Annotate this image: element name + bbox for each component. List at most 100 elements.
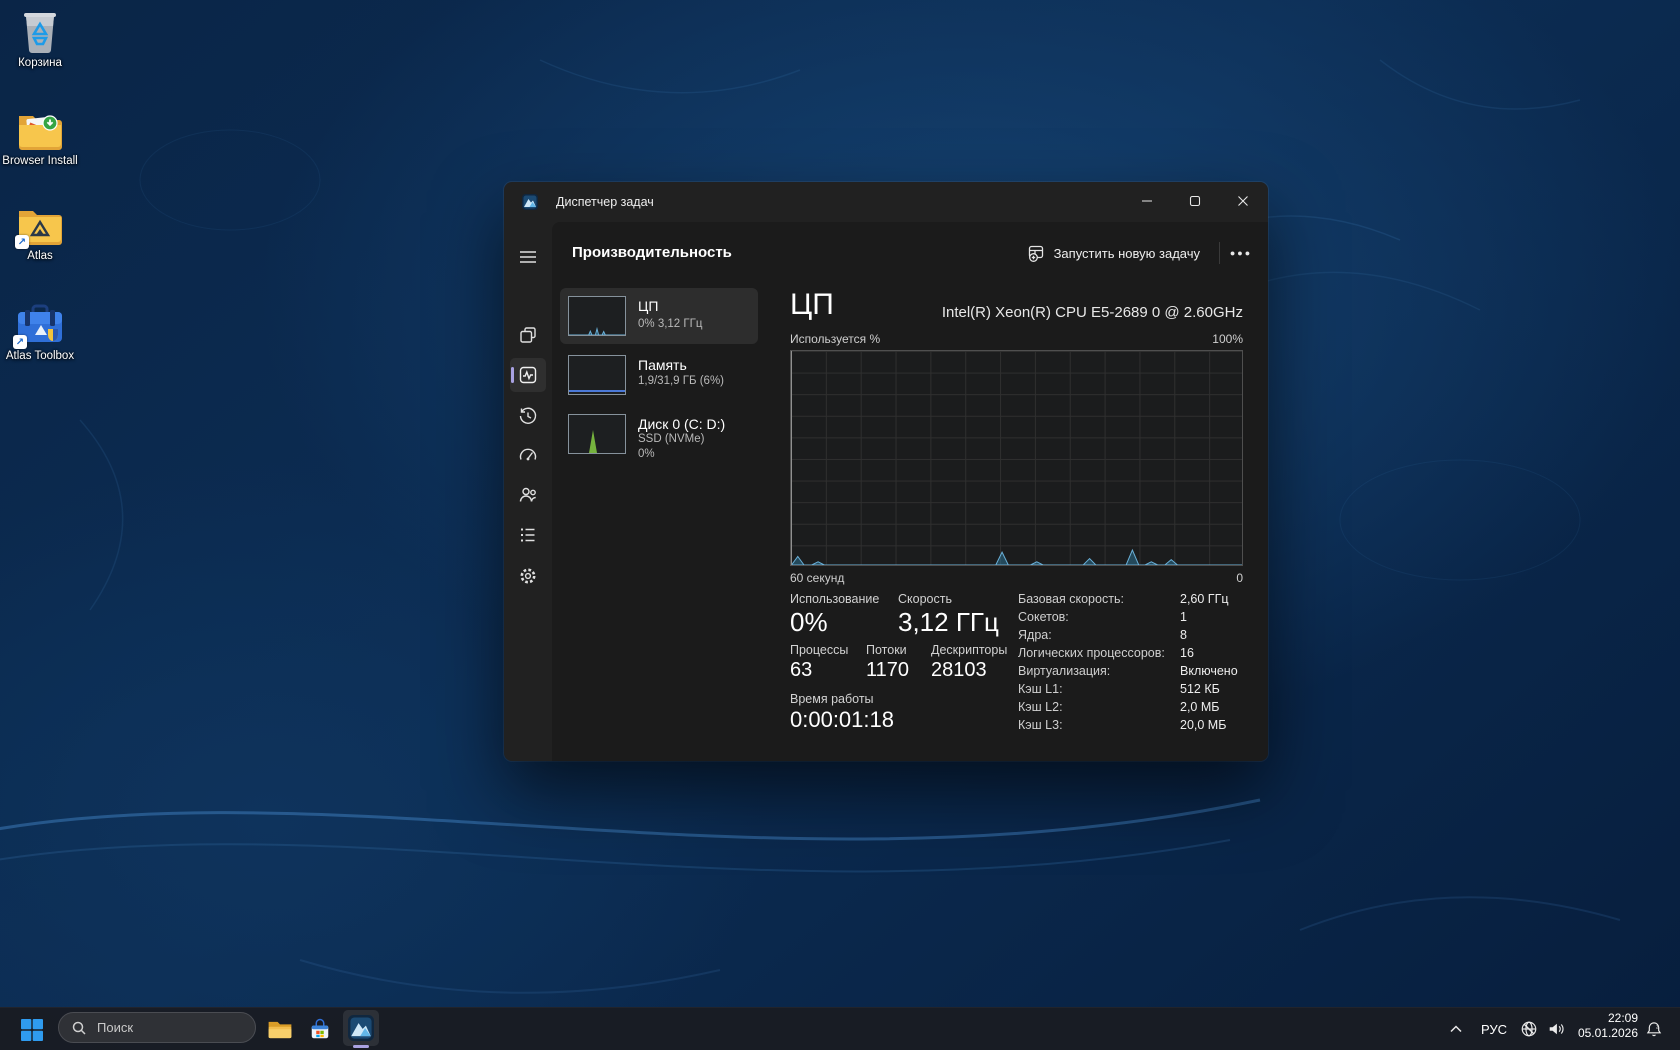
more-options-button[interactable]: ●●●: [1226, 239, 1256, 267]
desktop-icon-label: Browser Install: [0, 155, 80, 168]
detail-label: Логических процессоров:: [1018, 646, 1165, 660]
sensor-subtitle: SSD (NVMe): [638, 433, 704, 445]
globe-no-internet-icon: [1520, 1020, 1538, 1038]
desktop-icon-label: Atlas Toolbox: [0, 350, 80, 363]
tray-clock[interactable]: 22:09 05.01.2026: [1578, 1011, 1638, 1041]
nav-menu-button[interactable]: [510, 240, 546, 274]
cpu-mini-chart: [568, 296, 626, 336]
new-task-icon: [1028, 244, 1046, 262]
minimize-icon: [1141, 195, 1153, 207]
desktop-icon-label: Atlas: [0, 250, 80, 263]
processes-icon: [518, 325, 538, 345]
stat-processes-value: 63: [790, 659, 812, 682]
sensor-title: Диск 0 (C: D:): [638, 416, 725, 432]
detail-label: Ядра:: [1018, 628, 1052, 642]
window-title: Диспетчер задач: [556, 195, 654, 209]
file-explorer-icon: [267, 1018, 293, 1042]
tray-show-hidden-icons-button[interactable]: [1443, 1014, 1469, 1044]
disk-mini-chart: [568, 414, 626, 454]
nav-item-processes[interactable]: [510, 318, 546, 352]
stat-usage-label: Использование: [790, 592, 879, 606]
sensor-subtitle: 0% 3,12 ГГц: [638, 318, 702, 330]
graph-xmax-label: 0: [1236, 571, 1243, 585]
detail-label: Кэш L2:: [1018, 700, 1063, 714]
maximize-icon: [1189, 195, 1201, 207]
detail-label: Кэш L3:: [1018, 718, 1063, 732]
search-placeholder: Поиск: [97, 1020, 133, 1035]
desktop-icon-browser-install[interactable]: Browser Install: [0, 110, 80, 168]
recycle-bin-icon: [19, 8, 61, 54]
detail-value: Включено: [1180, 664, 1238, 678]
task-manager-icon: [348, 1015, 374, 1041]
close-button[interactable]: [1220, 182, 1266, 220]
detail-label: Виртуализация:: [1018, 664, 1110, 678]
cpu-usage-graph: [790, 350, 1243, 566]
folder-download-icon: [17, 110, 63, 152]
clock-date: 05.01.2026: [1578, 1026, 1638, 1041]
chevron-up-icon: [1449, 1024, 1463, 1034]
notification-bell-dnd-icon: z: [1645, 1020, 1663, 1038]
nav-item-services[interactable]: [510, 559, 546, 593]
stat-uptime-value: 0:00:01:18: [790, 707, 894, 733]
graph-ymax-label: 100%: [1212, 332, 1243, 346]
start-button[interactable]: [14, 1012, 50, 1047]
detail-value: 512 КБ: [1180, 682, 1220, 696]
sensor-item-cpu[interactable]: ЦП 0% 3,12 ГГц: [560, 288, 758, 344]
detail-label: Базовая скорость:: [1018, 592, 1124, 606]
nav-item-app-history[interactable]: [510, 399, 546, 433]
desktop-icon-atlas-toolbox[interactable]: ↗ Atlas Toolbox: [0, 303, 80, 363]
shortcut-arrow-icon: ↗: [15, 235, 29, 249]
nav-item-startup-apps[interactable]: [510, 438, 546, 472]
desktop: Корзина Browser Install ↗ Atlas: [0, 0, 1680, 1050]
graph-ylabel: Используется %: [790, 332, 880, 346]
speaker-icon: [1547, 1020, 1565, 1038]
nav-item-users[interactable]: [510, 478, 546, 512]
nav-item-performance[interactable]: [510, 358, 546, 392]
detail-label: Кэш L1:: [1018, 682, 1063, 696]
task-manager-window: Диспетчер задач: [504, 182, 1268, 761]
svg-text:z: z: [1656, 1025, 1659, 1031]
stat-speed-value: 3,12 ГГц: [898, 607, 999, 638]
close-icon: [1237, 195, 1249, 207]
services-icon: [518, 566, 538, 586]
taskbar-store-button[interactable]: [302, 1012, 338, 1047]
detail-value: 2,0 МБ: [1180, 700, 1219, 714]
sensor-item-disk[interactable]: Диск 0 (C: D:) SSD (NVMe) 0%: [560, 406, 758, 480]
tray-volume-button[interactable]: [1542, 1014, 1570, 1044]
search-input[interactable]: Поиск: [58, 1012, 256, 1043]
selected-indicator: [511, 367, 514, 383]
taskbar-file-explorer-button[interactable]: [262, 1012, 298, 1047]
content-panel: Производительность Запустить новую задач…: [552, 222, 1268, 761]
detail-value: 16: [1180, 646, 1194, 660]
desktop-icon-recycle-bin[interactable]: Корзина: [0, 8, 80, 70]
stat-usage-value: 0%: [790, 607, 828, 638]
nav-item-details[interactable]: [510, 518, 546, 552]
maximize-button[interactable]: [1172, 182, 1218, 220]
language-label: РУС: [1481, 1022, 1507, 1037]
users-icon: [518, 485, 538, 505]
memory-mini-chart: [568, 355, 626, 395]
nav-rail: [504, 222, 552, 761]
tray-notifications-button[interactable]: z: [1640, 1014, 1668, 1044]
sensor-subtitle-2: 0%: [638, 448, 655, 460]
sensor-title: ЦП: [638, 298, 658, 314]
graph-xmin-label: 60 секунд: [790, 571, 844, 585]
tray-network-button[interactable]: [1516, 1014, 1542, 1044]
task-manager-logo-icon: [522, 194, 538, 210]
sensor-item-memory[interactable]: Память 1,9/31,9 ГБ (6%): [560, 347, 758, 405]
minimize-button[interactable]: [1124, 182, 1170, 220]
microsoft-store-icon: [308, 1018, 332, 1042]
detail-value: 1: [1180, 610, 1187, 624]
menu-icon: [519, 250, 537, 264]
windows-logo-icon: [21, 1019, 43, 1041]
cpu-model-name: Intel(R) Xeon(R) CPU E5-2689 0 @ 2.60GHz: [942, 304, 1243, 321]
memory-usage-line: [569, 390, 625, 392]
search-icon: [71, 1020, 87, 1036]
detail-value: 20,0 МБ: [1180, 718, 1226, 732]
stat-threads-value: 1170: [866, 659, 909, 682]
tray-language-button[interactable]: РУС: [1474, 1014, 1514, 1044]
desktop-icon-atlas[interactable]: ↗ Atlas: [0, 205, 80, 263]
performance-icon: [518, 365, 538, 385]
run-new-task-button[interactable]: Запустить новую задачу: [1020, 239, 1208, 267]
taskbar-task-manager-button[interactable]: [343, 1010, 379, 1046]
